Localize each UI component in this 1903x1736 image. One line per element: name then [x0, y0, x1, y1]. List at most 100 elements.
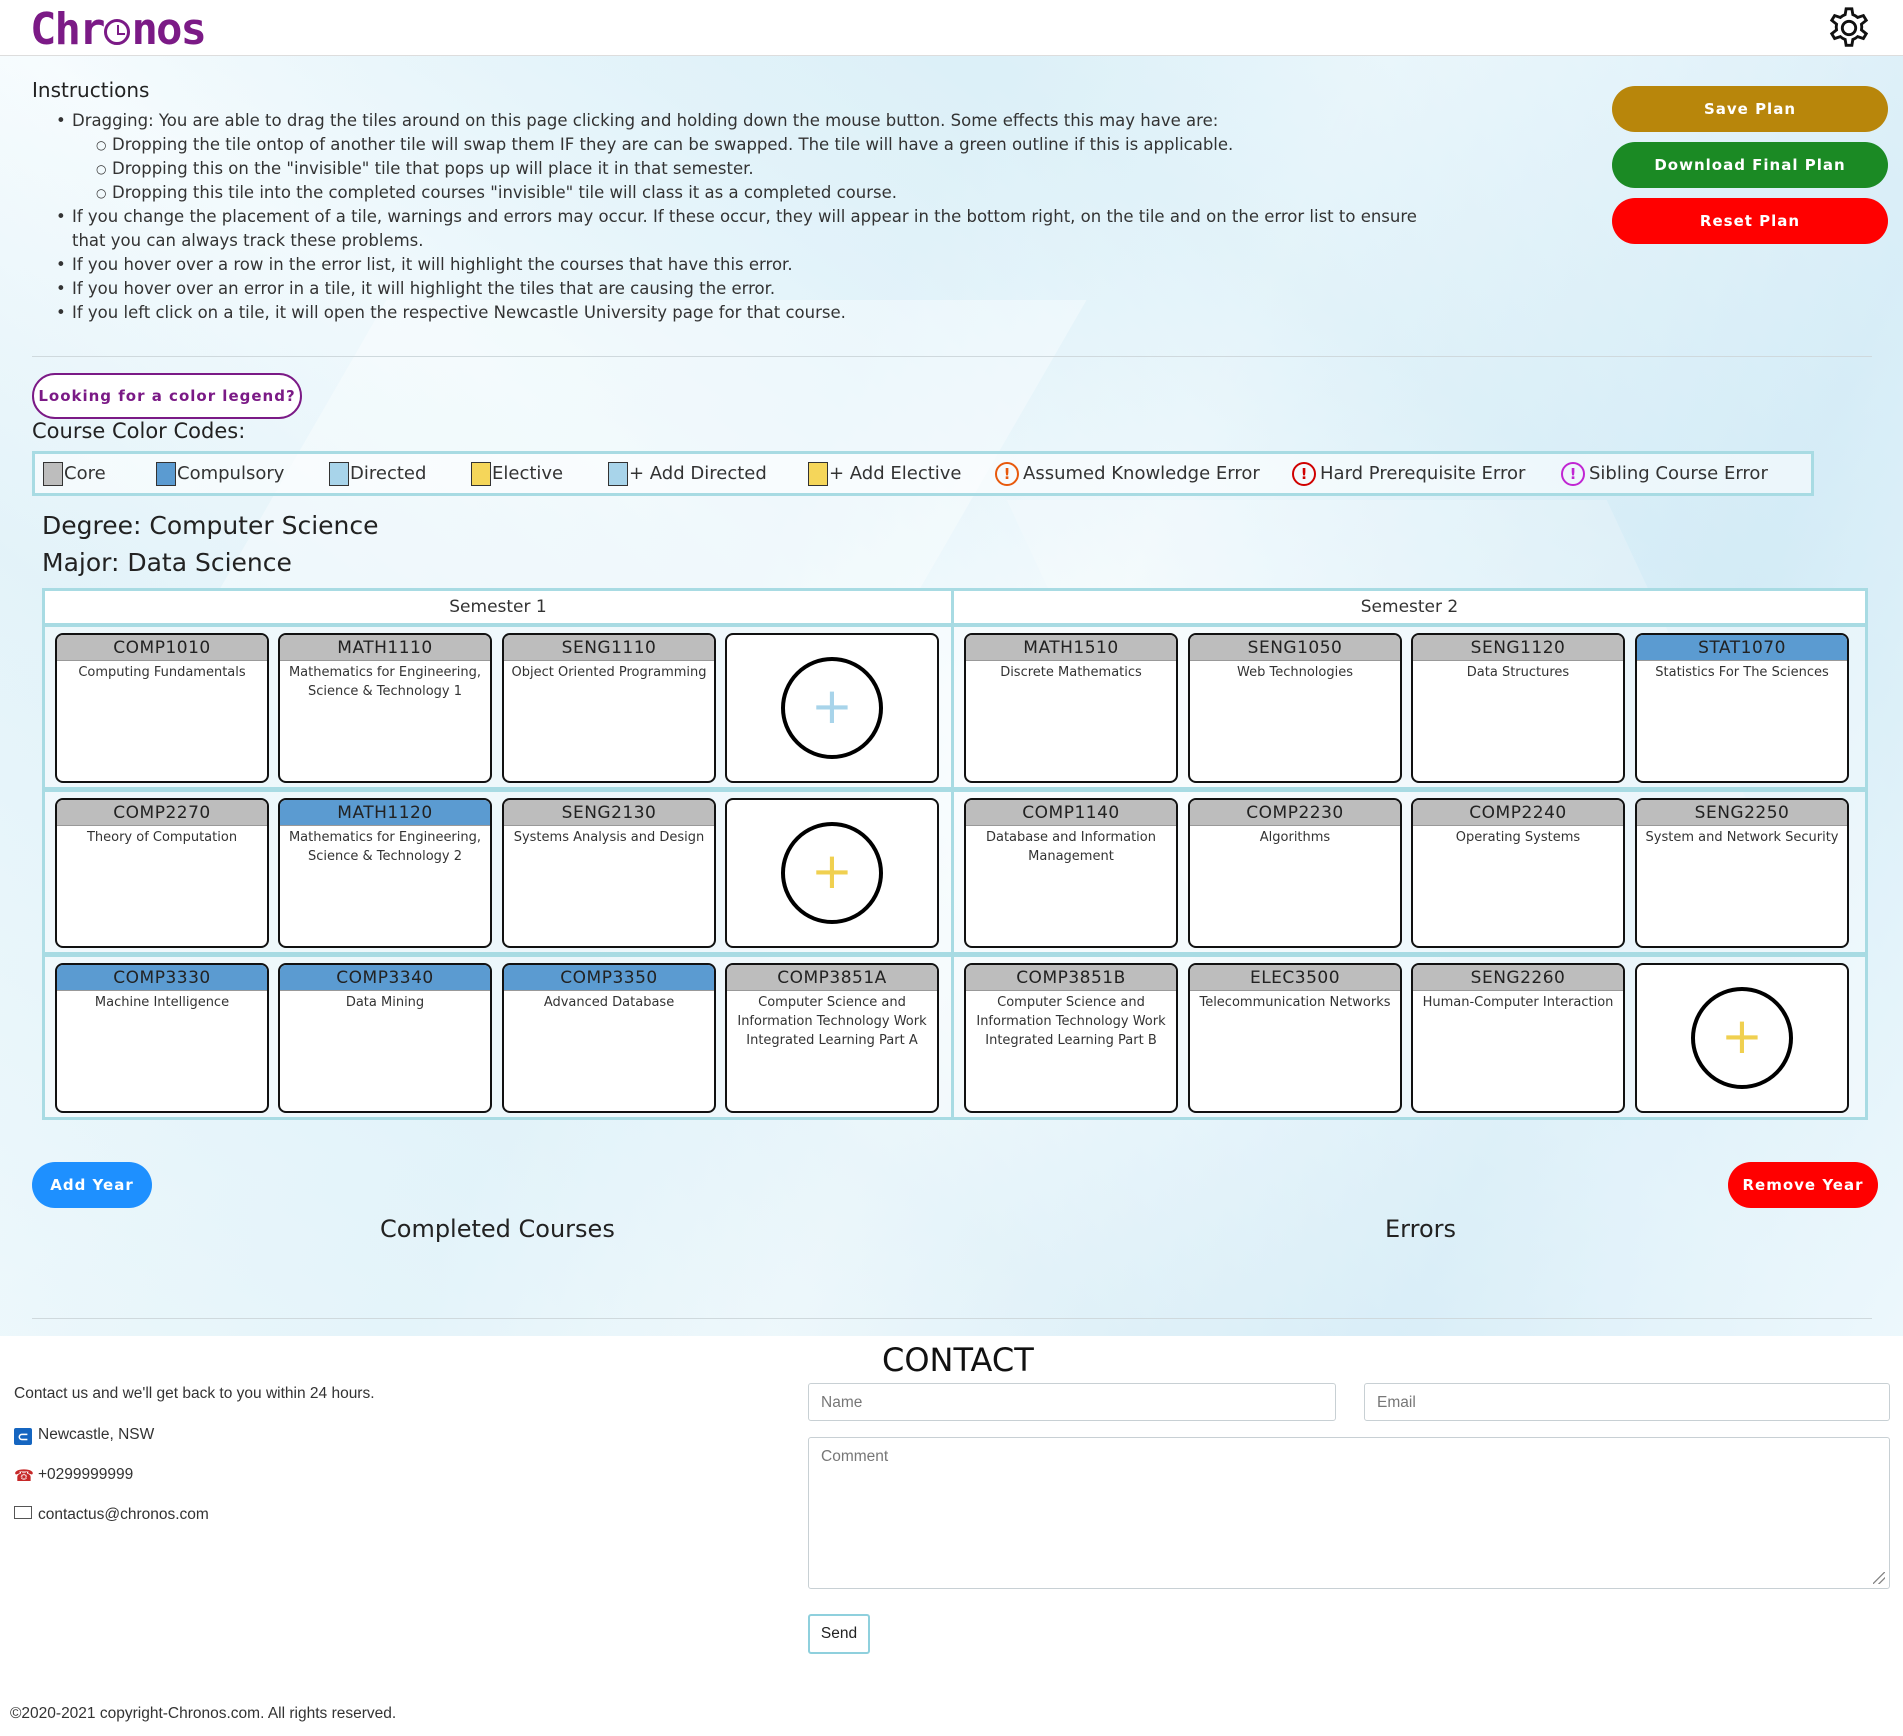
- course-name: Human-Computer Interaction: [1422, 995, 1614, 1010]
- course-code: COMP3851A: [727, 965, 937, 991]
- add-directed-plus-icon: +: [781, 657, 883, 759]
- course-tile[interactable]: SENG1050 Web Technologies: [1188, 633, 1402, 783]
- legend-label: Core: [64, 463, 106, 484]
- instruction-subitem: Dropping this on the "invisible" tile th…: [56, 157, 1426, 181]
- logo-text-left: Chr: [30, 4, 105, 55]
- course-code: COMP3340: [280, 965, 490, 991]
- contact-email: contactus@chronos.com: [14, 1505, 209, 1525]
- course-tile[interactable]: COMP1010 Computing Fundamentals: [55, 633, 269, 783]
- instruction-item: If you hover over a row in the error lis…: [56, 253, 1426, 277]
- course-tile[interactable]: COMP3350 Advanced Database: [502, 963, 716, 1113]
- phone-text: +0299999999: [38, 1466, 134, 1483]
- legend-item-assumed-knowledge-error: ! Assumed Knowledge Error: [995, 462, 1260, 486]
- add-elective-plus-icon: +: [1691, 987, 1793, 1089]
- course-name: Telecommunication Networks: [1199, 995, 1391, 1010]
- legend-item-core: Core: [43, 462, 106, 486]
- course-tile[interactable]: SENG2250 System and Network Security: [1635, 798, 1849, 948]
- course-name: Object Oriented Programming: [511, 665, 707, 680]
- course-code: COMP3851B: [966, 965, 1176, 991]
- course-code: SENG2250: [1637, 800, 1847, 826]
- course-tile[interactable]: MATH1510 Discrete Mathematics: [964, 633, 1178, 783]
- course-code: MATH1510: [966, 635, 1176, 661]
- color-legend-toggle-button[interactable]: Looking for a color legend?: [32, 373, 302, 419]
- legend-item-add-directed: + Add Directed: [608, 462, 767, 486]
- course-name: Discrete Mathematics: [1000, 665, 1142, 680]
- instructions-list: Dragging: You are able to drag the tiles…: [56, 109, 1426, 325]
- instruction-item: Dragging: You are able to drag the tiles…: [56, 109, 1426, 133]
- legend-item-compulsory: Compulsory: [156, 462, 284, 486]
- add-year-button[interactable]: Add Year: [32, 1162, 152, 1208]
- course-tile[interactable]: COMP1140 Database and Information Managem…: [964, 798, 1178, 948]
- add-elective-tile[interactable]: +: [1635, 963, 1849, 1113]
- chronos-logo[interactable]: Chr nos: [30, 8, 207, 52]
- course-code: SENG2130: [504, 800, 714, 826]
- assumed-knowledge-error-icon: !: [995, 462, 1019, 486]
- instruction-item: If you left click on a tile, it will ope…: [56, 301, 1426, 325]
- course-name: Mathematics for Engineering, Science & T…: [288, 665, 482, 699]
- directed-swatch: [329, 462, 349, 486]
- course-tile[interactable]: SENG2130 Systems Analysis and Design: [502, 798, 716, 948]
- course-code: COMP2270: [57, 800, 267, 826]
- course-code: ELEC3500: [1190, 965, 1400, 991]
- course-tile[interactable]: COMP2270 Theory of Computation: [55, 798, 269, 948]
- remove-year-button[interactable]: Remove Year: [1728, 1162, 1878, 1208]
- semester-2-header: Semester 2: [951, 588, 1868, 626]
- course-tile[interactable]: MATH1110 Mathematics for Engineering, Sci…: [278, 633, 492, 783]
- course-tile[interactable]: COMP3851B Computer Science and Informatio…: [964, 963, 1178, 1113]
- course-tile[interactable]: MATH1120 Mathematics for Engineering, Sci…: [278, 798, 492, 948]
- color-legend: Core Compulsory Directed Elective + Add …: [32, 451, 1814, 496]
- comment-placeholder: Comment: [821, 1448, 889, 1465]
- course-name: Machine Intelligence: [94, 995, 230, 1010]
- legend-item-hard-prerequisite-error: ! Hard Prerequisite Error: [1292, 462, 1525, 486]
- course-name: Computer Science and Information Technol…: [976, 995, 1166, 1048]
- legend-label: Compulsory: [177, 463, 285, 484]
- course-code: SENG1120: [1413, 635, 1623, 661]
- legend-item-sibling-course-error: ! Sibling Course Error: [1561, 462, 1768, 486]
- course-name: Theory of Computation: [86, 830, 238, 845]
- course-tile[interactable]: COMP2240 Operating Systems: [1411, 798, 1625, 948]
- course-tile[interactable]: SENG1110 Object Oriented Programming: [502, 633, 716, 783]
- course-tile[interactable]: STAT1070 Statistics For The Sciences: [1635, 633, 1849, 783]
- add-directed-tile[interactable]: +: [725, 633, 939, 783]
- save-plan-button[interactable]: Save Plan: [1612, 86, 1888, 132]
- course-code: STAT1070: [1637, 635, 1847, 661]
- course-tile[interactable]: COMP3330 Machine Intelligence: [55, 963, 269, 1113]
- divider: [32, 356, 1872, 357]
- degree-label: Degree: Computer Science: [42, 511, 379, 540]
- course-code: COMP2230: [1190, 800, 1400, 826]
- top-header: Chr nos: [0, 0, 1903, 56]
- color-codes-title: Course Color Codes:: [32, 419, 246, 443]
- course-name: Data Structures: [1466, 665, 1570, 680]
- location-icon: ⊂: [14, 1428, 32, 1445]
- course-code: COMP3350: [504, 965, 714, 991]
- course-tile[interactable]: COMP3851A Computer Science and Informatio…: [725, 963, 939, 1113]
- add-elective-tile[interactable]: +: [725, 798, 939, 948]
- comment-textarea[interactable]: Comment: [808, 1437, 1890, 1589]
- send-button[interactable]: Send: [808, 1614, 870, 1654]
- email-input[interactable]: Email: [1364, 1383, 1890, 1421]
- contact-section: CONTACT Contact us and we'll get back to…: [0, 1337, 1903, 1687]
- resize-grip-icon[interactable]: [1873, 1572, 1885, 1584]
- course-tile[interactable]: COMP2230 Algorithms: [1188, 798, 1402, 948]
- course-code: SENG1110: [504, 635, 714, 661]
- course-tile[interactable]: COMP3340 Data Mining: [278, 963, 492, 1113]
- phone-icon: ☎: [14, 1468, 34, 1485]
- reset-plan-button[interactable]: Reset Plan: [1612, 198, 1888, 244]
- course-code: SENG2260: [1413, 965, 1623, 991]
- course-tile[interactable]: ELEC3500 Telecommunication Networks: [1188, 963, 1402, 1113]
- course-name: Web Technologies: [1237, 665, 1353, 680]
- instruction-subitem: Dropping this tile into the completed co…: [56, 181, 1426, 205]
- course-tile[interactable]: SENG1120 Data Structures: [1411, 633, 1625, 783]
- course-code: MATH1120: [280, 800, 490, 826]
- add-elective-swatch: [808, 462, 828, 486]
- legend-item-add-elective: + Add Elective: [808, 462, 962, 486]
- course-name: Statistics For The Sciences: [1655, 665, 1829, 680]
- legend-item-elective: Elective: [471, 462, 563, 486]
- instruction-item: If you hover over an error in a tile, it…: [56, 277, 1426, 301]
- download-final-plan-button[interactable]: Download Final Plan: [1612, 142, 1888, 188]
- course-tile[interactable]: SENG2260 Human-Computer Interaction: [1411, 963, 1625, 1113]
- name-input[interactable]: Name: [808, 1383, 1336, 1421]
- legend-label: Sibling Course Error: [1589, 463, 1768, 484]
- settings-gear-icon[interactable]: [1826, 5, 1872, 51]
- contact-phone: ☎ +0299999999: [14, 1465, 133, 1485]
